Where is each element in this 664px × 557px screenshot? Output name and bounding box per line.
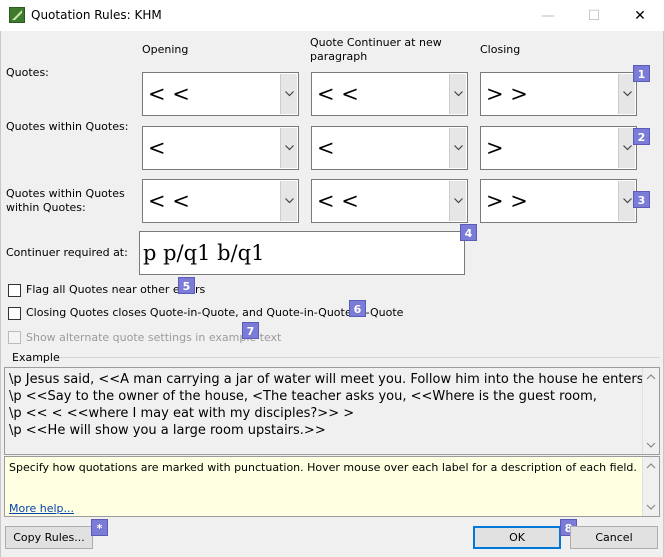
annotation-badge: 3 [633,191,650,208]
combo-value: < [317,136,335,160]
row-label-quotes: Quotes: [6,66,49,79]
close-button[interactable]: ✕ [617,0,663,31]
cancel-button[interactable]: Cancel [570,526,658,549]
minimize-button[interactable]: — [525,0,571,31]
dropdown-button[interactable] [280,181,297,221]
flag-quotes-checkbox[interactable] [8,284,21,297]
combo-value: < < [317,189,359,213]
chevron-down-icon [285,91,294,97]
annotation-badge: 5 [178,277,195,294]
show-alternate-settings-checkbox[interactable] [8,331,21,344]
more-help-link[interactable]: More help... [9,502,74,515]
row-label-quotes-within-quotes: Quotes within Quotes: [6,120,129,133]
column-header-opening: Opening [142,43,189,56]
combo-value: > > [486,189,528,213]
chevron-down-icon [285,198,294,204]
help-box: Specify how quotations are marked with p… [4,456,660,517]
innermost-quotes-opening-combo[interactable]: < < [142,179,299,223]
quotes-opening-combo[interactable]: < < [142,72,299,116]
minimize-icon: — [541,7,555,24]
continuer-required-label: Continuer required at: [6,246,128,259]
chevron-down-icon [454,145,463,151]
row-label-quotes-within-quotes-within-quotes: Quotes within Quotes within Quotes: [6,187,125,214]
annotation-badge: 2 [633,128,650,145]
column-header-closing: Closing [480,43,521,56]
window-title: Quotation Rules: KHM [31,8,162,22]
innermost-quotes-continuer-combo[interactable]: < < [311,179,468,223]
maximize-icon: ☐ [587,7,601,24]
combo-value: < < [148,82,190,106]
scroll-up-icon[interactable] [645,371,657,383]
chevron-down-icon [454,198,463,204]
combo-value: > > [486,82,528,106]
help-text: Specify how quotations are marked with p… [9,461,637,474]
combo-value: < < [317,82,359,106]
combo-value: > [486,136,504,160]
copy-rules-button[interactable]: Copy Rules... [5,526,93,549]
annotation-badge: 1 [633,65,650,82]
closing-quotes-closes-checkbox[interactable] [8,307,21,320]
chevron-down-icon [623,91,632,97]
inner-quotes-continuer-combo[interactable]: < [311,126,468,170]
copy-rules-label: Copy Rules... [13,531,85,544]
group-divider [56,357,660,358]
app-icon [9,7,25,23]
dropdown-button[interactable] [449,128,466,168]
quotes-closing-combo[interactable]: > > [480,72,637,116]
continuer-required-field[interactable]: p p/q1 b/q1 [139,231,465,275]
close-icon: ✕ [634,7,646,24]
cancel-label: Cancel [595,531,633,544]
chevron-down-icon [623,145,632,151]
dropdown-button[interactable] [449,181,466,221]
scroll-up-icon[interactable] [645,460,657,472]
ok-button[interactable]: OK [473,526,561,549]
quotes-continuer-combo[interactable]: < < [311,72,468,116]
closing-quotes-closes-label: Closing Quotes closes Quote-in-Quote, an… [26,306,404,319]
inner-quotes-opening-combo[interactable]: < [142,126,299,170]
annotation-badge: 4 [460,224,477,241]
example-text-box[interactable]: \p Jesus said, <<A man carrying a jar of… [4,367,660,455]
ok-label: OK [509,531,525,544]
chevron-down-icon [285,145,294,151]
dropdown-button[interactable] [280,74,297,114]
combo-value: < < [148,189,190,213]
annotation-badge: * [91,519,108,536]
maximize-button[interactable]: ☐ [571,0,617,31]
example-line: \p Jesus said, <<A man carrying a jar of… [9,372,648,387]
annotation-badge: 7 [242,322,259,339]
chevron-down-icon [454,91,463,97]
inner-quotes-closing-combo[interactable]: > [480,126,637,170]
example-line: \p <<He will show you a large room upsta… [9,423,326,438]
example-line: \p << < <<where I may eat with my discip… [9,406,355,421]
example-line: \p <<Say to the owner of the house, <The… [9,389,597,404]
example-group-label: Example [12,351,60,364]
continuer-required-value: p p/q1 b/q1 [143,241,265,265]
column-header-continuer: Quote Continuer at new paragraph [310,36,442,63]
dropdown-button[interactable] [280,128,297,168]
scroll-down-icon[interactable] [645,501,657,513]
innermost-quotes-closing-combo[interactable]: > > [480,179,637,223]
annotation-badge: 6 [349,300,366,317]
chevron-down-icon [623,198,632,204]
example-scrollbar[interactable] [642,368,659,454]
help-scrollbar[interactable] [642,457,659,516]
combo-value: < [148,136,166,160]
dropdown-button[interactable] [449,74,466,114]
scroll-down-icon[interactable] [645,439,657,451]
